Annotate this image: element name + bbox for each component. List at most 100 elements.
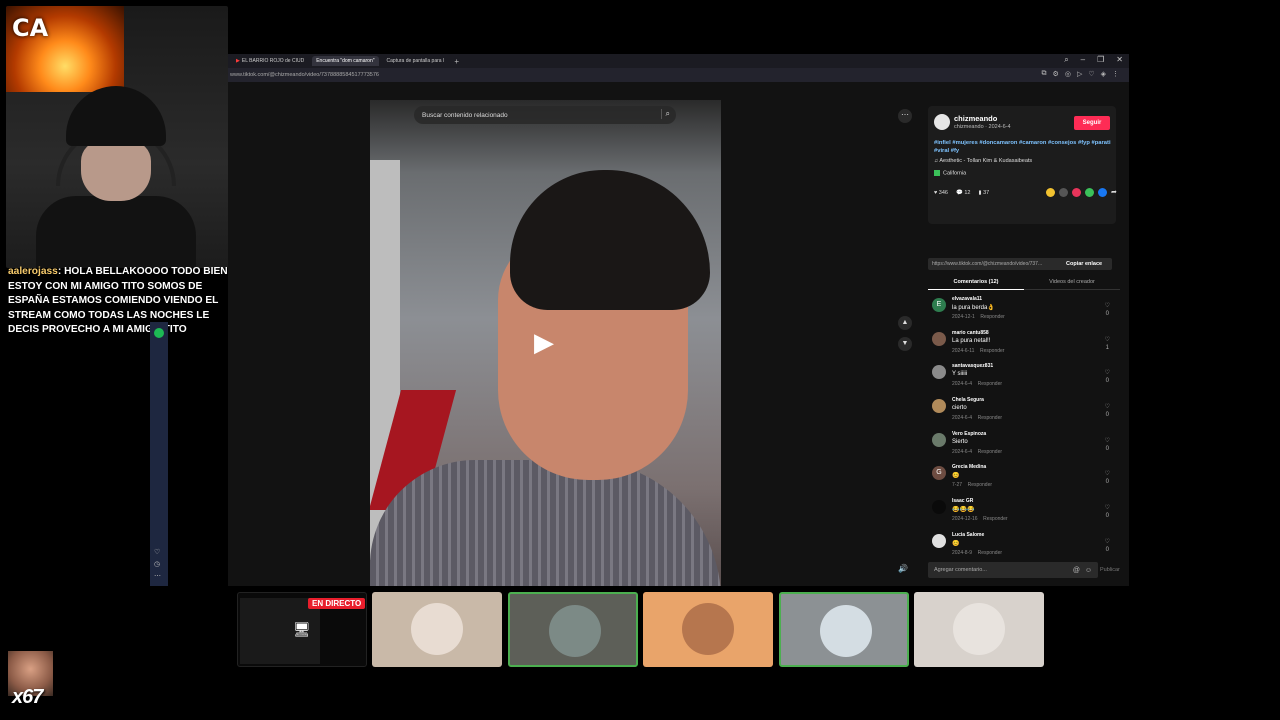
restore-icon[interactable]: ❐ <box>1097 55 1104 65</box>
participant-tile[interactable] <box>507 592 638 667</box>
commenter-name[interactable]: Chela Segura <box>952 397 984 403</box>
reply-link[interactable]: Responder <box>978 449 1002 455</box>
new-tab-icon[interactable]: + <box>454 57 459 66</box>
commenter-name[interactable]: Lucia Salome <box>952 532 984 538</box>
play-icon[interactable]: ▶ <box>529 327 559 357</box>
tab-comments[interactable]: Comentarios (12) <box>928 276 1024 290</box>
comment-like-button[interactable]: ♡ 0 <box>1105 470 1110 486</box>
comment-like-button[interactable]: ♡ 0 <box>1105 369 1110 385</box>
address-bar[interactable]: www.tiktok.com/@chizmeando/video/7378888… <box>228 68 1129 82</box>
extension-icon[interactable]: ⚙ <box>1053 70 1059 78</box>
commenter-avatar[interactable]: G <box>932 466 946 481</box>
extension-icon[interactable]: ◎ <box>1065 70 1071 78</box>
clock-icon[interactable]: ◷ <box>154 560 160 568</box>
tab-creator-videos[interactable]: Videos del creador <box>1024 276 1120 290</box>
extension-icon[interactable]: ⧉ <box>1042 70 1047 78</box>
commenter-name[interactable]: elvazavala11 <box>952 296 982 302</box>
previous-video-button[interactable]: ▲ <box>898 316 912 330</box>
share-friends-icon[interactable] <box>1059 188 1068 197</box>
commenter-name[interactable]: Vero Espinoza <box>952 431 986 437</box>
reply-link[interactable]: Responder <box>983 516 1007 522</box>
mention-icon[interactable]: @ <box>1073 567 1080 574</box>
commenter-avatar[interactable] <box>932 533 946 548</box>
volume-icon[interactable]: 🔊 <box>898 564 908 573</box>
video-player[interactable]: Buscar contenido relacionado ⌕ ▶ <box>370 100 721 586</box>
commenter-avatar[interactable] <box>932 432 946 447</box>
publish-button[interactable]: Publicar <box>1100 562 1120 578</box>
favorite-icon[interactable]: ♡ <box>1088 70 1094 78</box>
share-facebook-icon[interactable] <box>1098 188 1107 197</box>
tab-screenshot[interactable]: Captura de pantalla para I <box>383 56 449 66</box>
save-stat[interactable]: ▮ 37 <box>979 190 990 196</box>
tab-barrio-rojo[interactable]: ▶ EL BARRIO ROJO de CIUD <box>232 56 308 66</box>
comment-like-button[interactable]: ♡ 0 <box>1105 302 1110 318</box>
participant-tile[interactable] <box>914 592 1044 667</box>
menu-icon[interactable]: ⋮ <box>1112 70 1119 78</box>
reply-link[interactable]: Responder <box>980 348 1004 354</box>
comment-like-button[interactable]: ♡ 0 <box>1105 504 1110 520</box>
commenter-avatar[interactable] <box>932 399 946 414</box>
share-buttons: ➦ <box>1046 188 1117 197</box>
streamer-figure <box>36 86 196 268</box>
comment-like-button[interactable]: ♡ 0 <box>1105 437 1110 453</box>
extension-icon[interactable]: ▷ <box>1077 70 1082 78</box>
close-icon[interactable]: ✕ <box>1116 55 1123 65</box>
post-hashtags[interactable]: #infiel #mujeres #doncamaron #camaron #c… <box>934 139 1112 155</box>
more-options-button[interactable]: ⋯ <box>898 109 912 123</box>
reply-link[interactable]: Responder <box>978 550 1002 556</box>
commenter-name[interactable]: Isaac GR <box>952 498 973 504</box>
commenter-avatar[interactable] <box>932 331 946 346</box>
commenter-name[interactable]: Grecia Medina <box>952 464 986 470</box>
reply-link[interactable]: Responder <box>978 415 1002 421</box>
more-icon[interactable]: ⋯ <box>154 572 161 580</box>
share-embed-icon[interactable] <box>1046 188 1055 197</box>
share-pinterest-icon[interactable] <box>1072 188 1081 197</box>
comment-like-button[interactable]: ♡ 0 <box>1105 403 1110 419</box>
spotify-icon[interactable] <box>154 328 164 338</box>
music-info[interactable]: ♫ Aesthetic - Tollan Kim & Kudasaibeats <box>934 158 1032 164</box>
panel-tabs: Comentarios (12) Videos del creador <box>928 276 1120 290</box>
commenter-avatar[interactable] <box>932 500 946 515</box>
live-screen-tile[interactable]: 🖥 EN DIRECTO <box>237 592 367 667</box>
comment-like-count: 1 <box>1105 344 1109 351</box>
reply-link[interactable]: Responder <box>968 482 992 488</box>
comment-like-count: 0 <box>1105 546 1109 553</box>
comment-like-button[interactable]: ♡ 1 <box>1105 336 1110 352</box>
heart-icon[interactable]: ♡ <box>154 548 160 556</box>
commenter-avatar[interactable] <box>932 365 946 380</box>
comment-like-count: 0 <box>1105 378 1109 385</box>
search-tabs-icon[interactable]: ⌕ <box>1064 55 1068 65</box>
comment-like-button[interactable]: ♡ 0 <box>1105 538 1110 554</box>
heart-icon: ♡ <box>1104 303 1110 309</box>
participant-tile[interactable] <box>643 592 773 667</box>
search-icon[interactable]: ⌕ <box>660 109 670 119</box>
participant-tile[interactable] <box>372 592 502 667</box>
next-video-button[interactable]: ▼ <box>898 337 912 351</box>
emoji-icon[interactable]: ☺ <box>1085 567 1092 574</box>
comment-date: 2024-6-4 Responder <box>952 381 1003 388</box>
location-tag[interactable]: California <box>934 170 966 176</box>
comment-date: 2024-12-16 Responder <box>952 516 1008 523</box>
reply-link[interactable]: Responder <box>980 314 1004 320</box>
comment-date: 2024-6-11 Responder <box>952 347 1005 354</box>
follow-button[interactable]: Seguir <box>1074 116 1110 130</box>
commenter-name[interactable]: santavasquez831 <box>952 363 993 369</box>
reply-link[interactable]: Responder <box>978 381 1002 387</box>
copy-link-button[interactable]: Copiar enlace <box>1066 258 1102 270</box>
comment-input[interactable]: Agregar comentario... @ ☺ <box>928 562 1098 578</box>
comment-like-count: 0 <box>1105 479 1109 486</box>
commenter-name[interactable]: mario cantu858 <box>952 330 989 336</box>
commenter-avatar[interactable]: E <box>932 298 946 312</box>
comment-stat[interactable]: 💬 12 <box>956 190 971 196</box>
participant-tile[interactable] <box>778 592 909 667</box>
share-whatsapp-icon[interactable] <box>1085 188 1094 197</box>
share-arrow-icon[interactable]: ➦ <box>1111 188 1117 197</box>
extension-icon[interactable]: ◈ <box>1101 70 1106 78</box>
like-stat[interactable]: ♥ 346 <box>934 190 948 196</box>
creator-avatar[interactable] <box>934 114 950 130</box>
comment-text: la pura berda👌 <box>952 305 995 311</box>
minimize-icon[interactable]: – <box>1081 55 1085 65</box>
related-search-input[interactable]: Buscar contenido relacionado ⌕ <box>414 106 676 124</box>
creator-name[interactable]: chizmeando <box>954 114 997 123</box>
tab-tiktok[interactable]: Encuentra "dom camaron" <box>312 56 379 66</box>
